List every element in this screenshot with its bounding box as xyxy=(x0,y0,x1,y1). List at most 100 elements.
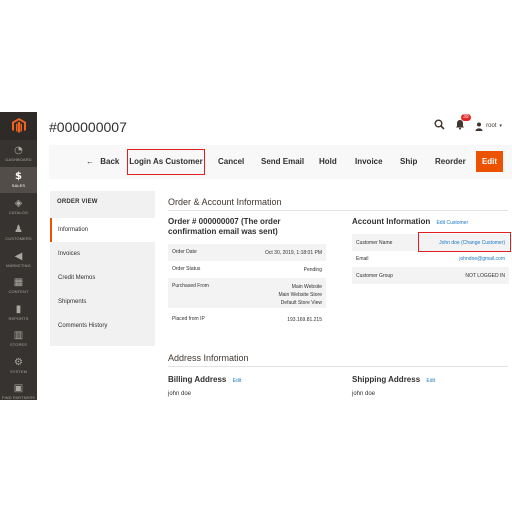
back-button[interactable]: ← Back xyxy=(86,153,119,171)
notifications-button[interactable]: 39 xyxy=(455,114,471,135)
bar-chart-icon: ▮ xyxy=(15,303,22,315)
invoice-button[interactable]: Invoice xyxy=(355,153,383,171)
partners-icon: ▣ xyxy=(13,383,24,395)
highlight-box xyxy=(418,232,511,252)
sidebar-item-label: SYSTEM xyxy=(9,368,28,374)
section-divider xyxy=(168,210,508,211)
hold-button[interactable]: Hold xyxy=(319,153,337,171)
shipping-address-title: Shipping Address xyxy=(352,375,421,384)
row-label: Customer Name xyxy=(356,239,393,246)
sidebar-item-label: STORES xyxy=(10,342,27,348)
shipping-name: john doe xyxy=(352,391,376,397)
value-line: Main Website Store xyxy=(278,292,322,298)
header-tools: 39 root ▾ xyxy=(434,114,502,135)
magento-logo-icon xyxy=(11,118,26,133)
store-icon: ▥ xyxy=(13,330,24,342)
sidebar-item-label: CUSTOMERS xyxy=(5,236,32,242)
tab-information[interactable]: Information xyxy=(50,218,155,242)
billing-address-heading: Billing Address Edit xyxy=(168,375,241,386)
sidebar-item-label: DASHBOARD xyxy=(5,156,32,162)
email-link[interactable]: johndoe@gmail.com xyxy=(459,256,505,262)
magento-logo[interactable] xyxy=(0,112,37,140)
billing-address-title: Billing Address xyxy=(168,375,227,384)
user-menu[interactable]: root ▾ xyxy=(475,122,502,131)
content-icon: ▦ xyxy=(13,277,24,289)
search-icon[interactable] xyxy=(434,117,445,135)
sidebar-item-dashboard[interactable]: ◔ DASHBOARD xyxy=(0,140,37,167)
sidebar-item-label: MARKETING xyxy=(6,262,31,268)
table-row: Customer Group NOT LOGGED IN xyxy=(352,267,509,284)
megaphone-icon: ◀ xyxy=(14,250,23,262)
sidebar-item-stores[interactable]: ▥ STORES xyxy=(0,326,37,353)
order-view-title: ORDER VIEW xyxy=(57,199,98,205)
sidebar-item-system[interactable]: ⚙ SYSTEM xyxy=(0,352,37,379)
gear-icon: ⚙ xyxy=(14,356,23,368)
tab-invoices[interactable]: Invoices xyxy=(50,242,155,266)
order-view-tabs: ORDER VIEW Information Invoices Credit M… xyxy=(50,191,155,346)
cancel-button[interactable]: Cancel xyxy=(218,153,244,171)
row-label: Placed from IP xyxy=(172,316,205,322)
user-name: root xyxy=(486,123,497,129)
sidebar-item-label: SALES xyxy=(11,183,26,189)
dashboard-icon: ◔ xyxy=(14,144,23,156)
table-row: Order Date Oct 30, 2019, 1:18:01 PM xyxy=(168,244,326,261)
row-label: Email xyxy=(356,256,369,262)
row-label: Customer Group xyxy=(356,272,393,279)
row-value: Main Website Main Website Store Default … xyxy=(278,278,322,308)
shipping-edit-link[interactable]: Edit xyxy=(426,378,435,384)
billing-name: john doe xyxy=(168,391,192,397)
cube-icon: ◈ xyxy=(14,197,23,209)
tab-comments-history[interactable]: Comments History xyxy=(50,314,155,338)
sidebar-item-customers[interactable]: ♟ CUSTOMERS xyxy=(0,220,37,247)
login-as-customer-button[interactable]: Login As Customer xyxy=(127,149,205,175)
edit-button[interactable]: Edit xyxy=(476,151,503,172)
tab-credit-memos[interactable]: Credit Memos xyxy=(50,266,155,290)
table-row: Purchased From Main Website Main Website… xyxy=(168,278,326,308)
row-label: Order Date xyxy=(172,249,197,255)
dollar-icon: $ xyxy=(15,171,22,183)
sidebar-item-find-partners[interactable]: ▣ FIND PARTNERS xyxy=(0,379,37,406)
section-divider xyxy=(168,366,508,367)
notification-count-badge: 39 xyxy=(461,114,471,121)
billing-edit-link[interactable]: Edit xyxy=(233,378,242,384)
tab-shipments[interactable]: Shipments xyxy=(50,290,155,314)
value-line: Default Store View xyxy=(280,300,322,306)
sidebar-item-reports[interactable]: ▮ REPORTS xyxy=(0,299,37,326)
sidebar-item-content[interactable]: ▦ CONTENT xyxy=(0,273,37,300)
table-row: Placed from IP 193.169.81.215 xyxy=(168,311,326,328)
back-label: Back xyxy=(100,157,120,166)
reorder-button[interactable]: Reorder xyxy=(435,153,466,171)
ship-button[interactable]: Ship xyxy=(400,153,417,171)
arrow-left-icon: ← xyxy=(86,157,94,166)
row-value: NOT LOGGED IN xyxy=(465,272,505,279)
row-label: Purchased From xyxy=(172,283,209,289)
edit-customer-link[interactable]: Edit Customer xyxy=(436,220,468,226)
row-value: 193.169.81.215 xyxy=(287,317,322,323)
user-icon xyxy=(475,122,483,131)
account-info-heading: Account Information Edit Customer xyxy=(352,217,468,228)
address-section-title: Address Information xyxy=(168,353,249,363)
order-info-table: Order Date Oct 30, 2019, 1:18:01 PM Orde… xyxy=(168,244,326,328)
order-heading: Order # 000000007 (The order confirmatio… xyxy=(168,217,281,236)
send-email-button[interactable]: Send Email xyxy=(261,153,304,171)
person-icon: ♟ xyxy=(14,224,23,236)
value-line: Main Website xyxy=(291,284,322,290)
order-account-section-title: Order & Account Information xyxy=(168,197,282,207)
sidebar-item-label: CONTENT xyxy=(8,289,29,295)
sidebar-item-sales[interactable]: $ SALES xyxy=(0,166,37,193)
account-info-title: Account Information xyxy=(352,217,431,226)
row-value: Oct 30, 2019, 1:18:01 PM xyxy=(265,250,322,256)
chevron-down-icon: ▾ xyxy=(499,123,502,129)
table-row: Email johndoe@gmail.com xyxy=(352,251,509,267)
table-row: Order Status Pending xyxy=(168,261,326,278)
sidebar-item-label: FIND PARTNERS xyxy=(1,395,36,401)
page-title: #000000007 xyxy=(49,119,127,135)
sidebar-item-marketing[interactable]: ◀ MARKETING xyxy=(0,246,37,273)
sidebar-item-label: REPORTS xyxy=(8,315,29,321)
admin-sidebar: ◔ DASHBOARD $ SALES ◈ CATALOG ♟ CUSTOMER… xyxy=(0,112,37,400)
row-label: Order Status xyxy=(172,266,201,272)
shipping-address-heading: Shipping Address Edit xyxy=(352,375,435,386)
order-toolbar: ← Back Login As Customer Cancel Send Ema… xyxy=(49,145,512,179)
sidebar-item-catalog[interactable]: ◈ CATALOG xyxy=(0,193,37,220)
row-value: Pending xyxy=(303,267,322,273)
